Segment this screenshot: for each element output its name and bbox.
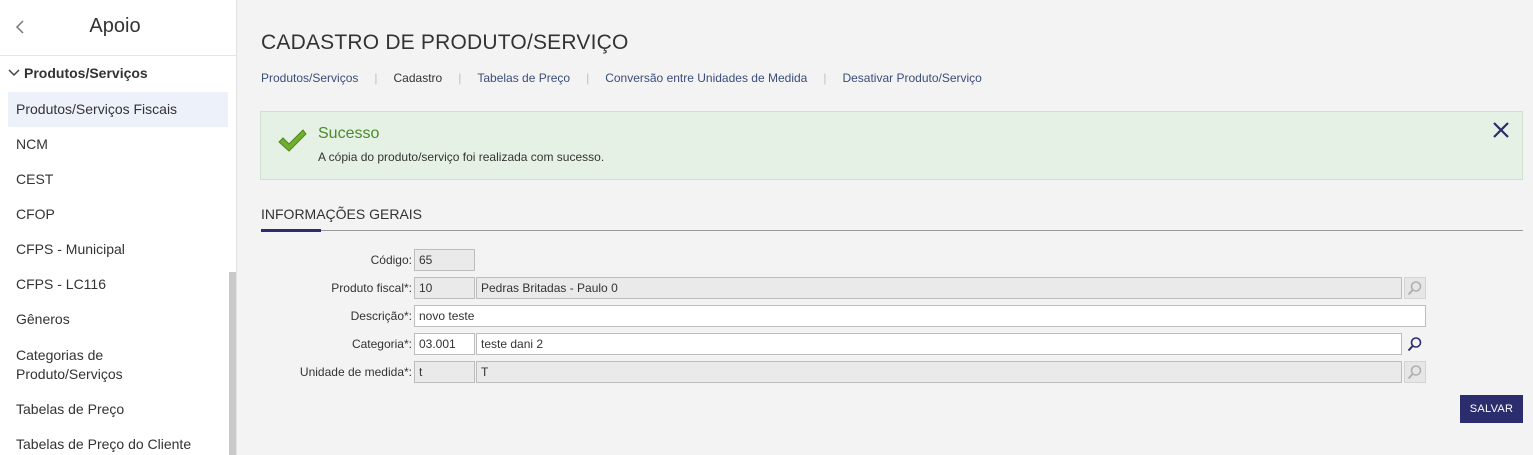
tab-tabelas-de-preco[interactable]: Tabelas de Preço bbox=[477, 71, 570, 85]
sidebar-item-cest[interactable]: CEST bbox=[8, 162, 228, 197]
produto-fiscal-code-field: 10 bbox=[414, 277, 475, 299]
section-divider bbox=[261, 230, 1523, 231]
sidebar-section-label: Produtos/Serviços bbox=[24, 65, 148, 81]
tab-separator: | bbox=[458, 71, 462, 85]
tab-desativar[interactable]: Desativar Produto/Serviço bbox=[842, 71, 981, 85]
main-content: CADASTRO DE PRODUTO/SERVIÇO Produtos/Ser… bbox=[237, 0, 1533, 455]
unidade-description-field: T bbox=[476, 361, 1402, 383]
sidebar-list: Produtos/Serviços Fiscais NCM CEST CFOP … bbox=[8, 92, 228, 455]
sidebar-item-categorias[interactable]: Categorias de Produto/Serviços bbox=[8, 337, 158, 392]
tab-bar: Produtos/Serviços | Cadastro | Tabelas d… bbox=[261, 71, 982, 85]
categoria-code-input[interactable]: 03.001 bbox=[414, 333, 475, 355]
produto-fiscal-description-field: Pedras Britadas - Paulo 0 bbox=[476, 277, 1402, 299]
categoria-label: Categoria*: bbox=[351, 337, 412, 351]
search-icon bbox=[1407, 337, 1422, 352]
search-icon bbox=[1407, 365, 1422, 380]
page-title: CADASTRO DE PRODUTO/SERVIÇO bbox=[261, 31, 629, 54]
produto-fiscal-search-button[interactable] bbox=[1404, 277, 1426, 299]
sidebar: Apoio Produtos/Serviços Produtos/Serviço… bbox=[0, 0, 237, 455]
sidebar-header: Apoio bbox=[0, 0, 236, 56]
chevron-down-icon bbox=[8, 69, 20, 77]
form-row-descricao: Descrição*: novo teste bbox=[237, 305, 1533, 327]
section-title: INFORMAÇÕES GERAIS bbox=[261, 206, 423, 222]
search-icon bbox=[1407, 281, 1422, 296]
tab-cadastro[interactable]: Cadastro bbox=[394, 71, 443, 85]
unidade-medida-label: Unidade de medida*: bbox=[299, 365, 412, 379]
codigo-field: 65 bbox=[414, 249, 475, 271]
alert-title: Sucesso bbox=[318, 125, 380, 142]
sidebar-item-produtos-servicos-fiscais[interactable]: Produtos/Serviços Fiscais bbox=[8, 92, 228, 127]
categoria-search-button[interactable] bbox=[1404, 333, 1426, 355]
produto-fiscal-label: Produto fiscal*: bbox=[331, 281, 412, 295]
descricao-input[interactable]: novo teste bbox=[414, 305, 1426, 327]
sidebar-item-cfps-municipal[interactable]: CFPS - Municipal bbox=[8, 232, 228, 267]
success-alert: Sucesso A cópia do produto/serviço foi r… bbox=[260, 111, 1523, 180]
sidebar-item-generos[interactable]: Gêneros bbox=[8, 302, 228, 337]
form-row-produto-fiscal: Produto fiscal*: 10 Pedras Britadas - Pa… bbox=[237, 277, 1533, 299]
sidebar-item-cfop[interactable]: CFOP bbox=[8, 197, 228, 232]
tab-produtos-servicos[interactable]: Produtos/Serviços bbox=[261, 71, 358, 85]
sidebar-item-cfps-lc116[interactable]: CFPS - LC116 bbox=[8, 267, 228, 302]
form-row-codigo: Código: 65 bbox=[237, 249, 1533, 271]
sidebar-item-tabelas-de-preco[interactable]: Tabelas de Preço bbox=[8, 392, 228, 427]
sidebar-scrollbar[interactable] bbox=[229, 272, 236, 455]
unidade-search-button[interactable] bbox=[1404, 361, 1426, 383]
sidebar-item-ncm[interactable]: NCM bbox=[8, 127, 228, 162]
checkmark-icon bbox=[278, 129, 307, 152]
section-divider-accent bbox=[261, 229, 321, 232]
save-button[interactable]: SALVAR bbox=[1460, 395, 1523, 423]
sidebar-title: Apoio bbox=[89, 15, 141, 37]
tab-separator: | bbox=[586, 71, 590, 85]
unidade-code-field: t bbox=[414, 361, 475, 383]
tab-separator: | bbox=[374, 71, 378, 85]
descricao-label: Descrição*: bbox=[350, 309, 412, 323]
tab-separator: | bbox=[823, 71, 827, 85]
close-icon[interactable] bbox=[1491, 120, 1511, 140]
form-row-categoria: Categoria*: 03.001 teste dani 2 bbox=[237, 333, 1533, 355]
categoria-description-input[interactable]: teste dani 2 bbox=[476, 333, 1402, 355]
alert-message: A cópia do produto/serviço foi realizada… bbox=[318, 150, 605, 164]
sidebar-section-produtos-servicos[interactable]: Produtos/Serviços bbox=[8, 65, 148, 81]
form-row-unidade-medida: Unidade de medida*: t T bbox=[237, 361, 1533, 383]
sidebar-item-tabelas-de-preco-cliente[interactable]: Tabelas de Preço do Cliente bbox=[8, 427, 228, 455]
tab-conversao-unidades[interactable]: Conversão entre Unidades de Medida bbox=[605, 71, 807, 85]
codigo-label: Código: bbox=[370, 253, 412, 267]
